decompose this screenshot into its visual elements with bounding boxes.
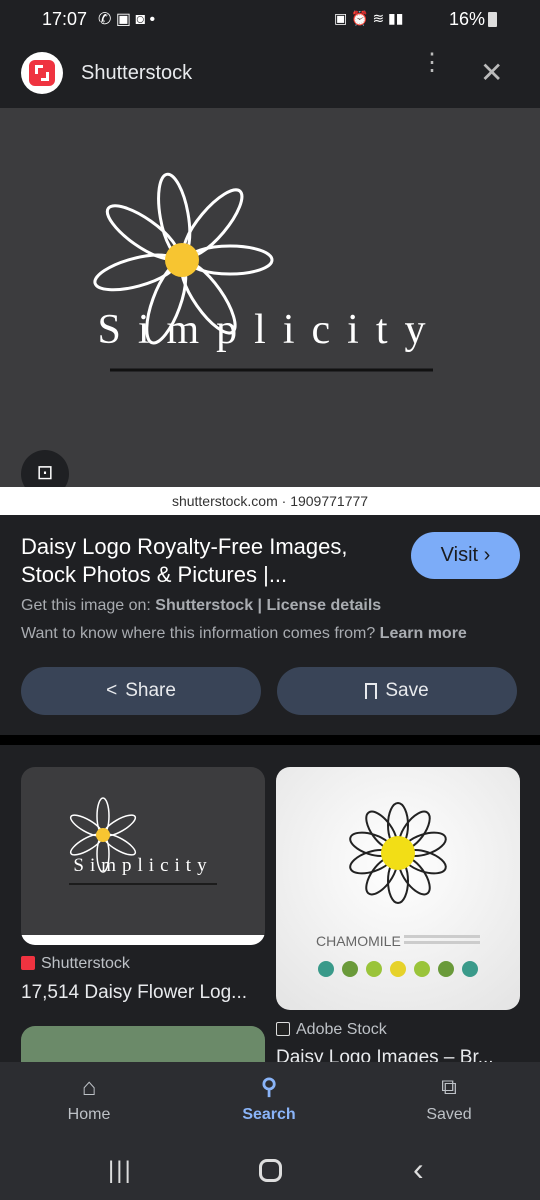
daisy-logo-image: Simplicity <box>93 172 442 372</box>
share-label: Share <box>125 680 176 701</box>
result-thumbnail[interactable] <box>21 1026 265 1063</box>
status-bar: 17:07 ✆ ▣ ◙ • ▣ ⏰ ≋ ▮▮ 16% <box>0 0 540 38</box>
result-title[interactable]: Daisy Logo Royalty-Free Images, Stock Ph… <box>21 533 391 589</box>
thumbnail-image: CHAMOMILE <box>316 802 480 977</box>
info-question: Want to know where this information come… <box>21 625 376 642</box>
shutterstock-favicon-icon <box>21 956 35 970</box>
result-title[interactable]: Daisy Logo Images – Br... <box>276 1047 494 1063</box>
status-time: 17:07 <box>42 9 88 29</box>
nav-home[interactable]: ⌂ Home <box>29 1074 149 1124</box>
save-label: Save <box>385 680 429 701</box>
source-name: Shutterstock <box>41 955 130 972</box>
battery-percent: 16% <box>449 9 486 29</box>
chevron-right-icon: › <box>483 544 491 566</box>
search-icon: ⚲ <box>260 1074 278 1099</box>
nav-search[interactable]: ⚲ Search <box>209 1074 329 1124</box>
bottom-nav: ⌂ Home ⚲ Search ⧉ Saved <box>0 1062 540 1146</box>
source-line: Get this image on: Shutterstock | Licens… <box>21 597 381 615</box>
app-header: Shutterstock ⋮ ✕ <box>0 38 540 108</box>
saved-icon: ⧉ <box>441 1074 457 1099</box>
system-icons: ▣ ⏰ ≋ ▮▮ <box>334 10 404 26</box>
system-nav-bar: ||| ‹ <box>0 1145 540 1200</box>
license-details-link[interactable]: License details <box>266 597 381 614</box>
battery-icon <box>488 12 497 27</box>
source-prefix: Get this image on: <box>21 597 151 614</box>
result-source: Shutterstock <box>21 955 130 973</box>
thumbnail-text: Simplicity <box>73 855 212 876</box>
source-name: Adobe Stock <box>296 1021 387 1038</box>
nav-label: Saved <box>426 1106 472 1123</box>
back-icon[interactable]: ‹ <box>413 1151 424 1188</box>
share-icon: < <box>106 680 118 701</box>
adobe-stock-favicon-icon <box>276 1022 290 1036</box>
nav-label: Search <box>242 1106 296 1123</box>
home-button-icon[interactable] <box>259 1159 282 1182</box>
header-title: Shutterstock <box>81 62 193 84</box>
info-line: Want to know where this information come… <box>21 625 467 643</box>
home-icon: ⌂ <box>81 1074 97 1101</box>
bookmark-icon <box>365 683 378 699</box>
notification-icons: ✆ ▣ ◙ • <box>98 11 156 28</box>
separator: | <box>257 597 263 614</box>
result-thumbnail[interactable]: CHAMOMILE <box>276 767 520 1010</box>
section-divider <box>0 735 540 745</box>
recents-icon[interactable]: ||| <box>108 1157 133 1185</box>
visit-label: Visit <box>440 544 479 566</box>
visit-button[interactable]: Visit › <box>411 532 520 579</box>
result-title[interactable]: 17,514 Daisy Flower Log... <box>21 982 247 1004</box>
source-link[interactable]: Shutterstock <box>155 597 253 614</box>
related-results: Simplicity Shutterstock 17,514 Daisy Flo… <box>0 745 540 1063</box>
nav-saved[interactable]: ⧉ Saved <box>389 1074 509 1124</box>
thumbnail-text: CHAMOMILE <box>316 933 401 949</box>
shutterstock-logo-icon <box>21 52 63 94</box>
save-button[interactable]: Save <box>277 667 517 715</box>
close-icon[interactable]: ✕ <box>480 56 503 89</box>
learn-more-link[interactable]: Learn more <box>380 625 467 642</box>
nav-label: Home <box>67 1106 111 1123</box>
hero-image[interactable]: Simplicity ⊡ <box>0 108 540 498</box>
logo-text: Simplicity <box>97 307 442 353</box>
result-source: Adobe Stock <box>276 1021 387 1039</box>
thumbnail-image: Simplicity <box>21 797 265 945</box>
share-button[interactable]: < Share <box>21 667 261 715</box>
result-info: Daisy Logo Royalty-Free Images, Stock Ph… <box>0 515 540 735</box>
more-options-icon[interactable]: ⋮ <box>420 51 444 75</box>
result-thumbnail[interactable]: Simplicity <box>21 767 265 945</box>
image-watermark: shutterstock.com · 1909771777 <box>0 487 540 515</box>
